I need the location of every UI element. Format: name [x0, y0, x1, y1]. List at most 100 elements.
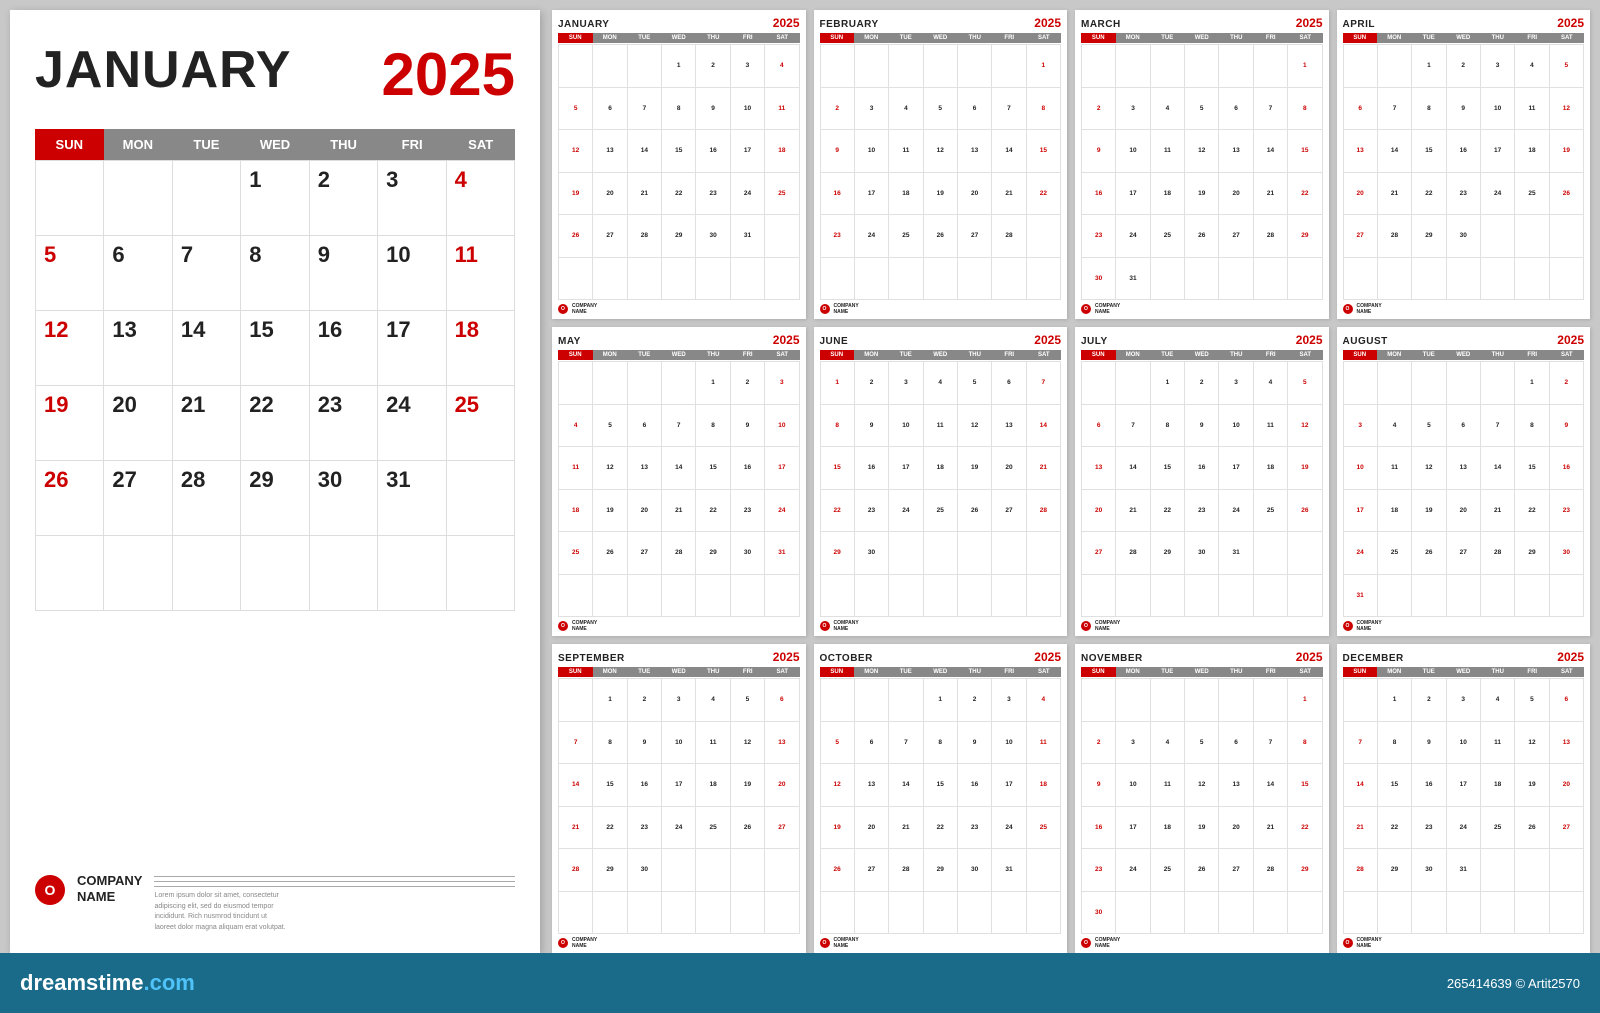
- small-cell: [662, 362, 696, 405]
- small-cal-december: DECEMBER2025SUNMONTUEWEDTHUFRISAT1234567…: [1337, 644, 1591, 953]
- small-cell: 14: [1254, 130, 1288, 173]
- day-header-fri: FRI: [378, 129, 447, 160]
- large-cal-cell: [173, 536, 241, 611]
- small-cell: 2: [1082, 722, 1116, 765]
- small-day-h-sun: SUN: [558, 33, 593, 43]
- small-day-h-sun: SUN: [558, 667, 593, 677]
- small-cell: 11: [889, 130, 923, 173]
- small-day-h-fri: FRI: [992, 33, 1027, 43]
- small-day-h-sat: SAT: [1027, 350, 1062, 360]
- small-cell: 25: [1151, 215, 1185, 258]
- small-cell: 22: [1378, 807, 1412, 850]
- company-text: COMPANYNAME: [77, 873, 142, 904]
- small-cell: 5: [1185, 722, 1219, 765]
- small-cell: 31: [1219, 532, 1253, 575]
- small-cell: 20: [1082, 490, 1116, 533]
- small-cell: 26: [924, 215, 958, 258]
- small-cal-footer: OCOMPANYNAME: [1081, 303, 1323, 315]
- small-company-name: COMPANYNAME: [1095, 937, 1120, 949]
- small-cell: 6: [1447, 405, 1481, 448]
- small-cell: [992, 892, 1026, 935]
- small-cell: [1151, 45, 1185, 88]
- small-cell: 23: [696, 173, 730, 216]
- small-cell: 31: [1344, 575, 1378, 618]
- small-cal-header: AUGUST2025: [1343, 333, 1585, 347]
- small-cell: [559, 258, 593, 301]
- small-cell: 30: [1185, 532, 1219, 575]
- small-cell: 9: [855, 405, 889, 448]
- small-cell: 25: [889, 215, 923, 258]
- small-cal-header: SEPTEMBER2025: [558, 650, 800, 664]
- small-cell: 20: [992, 447, 1026, 490]
- large-cal-cell: [36, 161, 104, 236]
- small-cal-january: JANUARY2025SUNMONTUEWEDTHUFRISAT12345678…: [552, 10, 806, 319]
- small-cell: 24: [1116, 215, 1150, 258]
- small-cal-body: 1234567891011121314151617181920212223242…: [558, 361, 800, 617]
- small-cell: 29: [1288, 215, 1322, 258]
- small-cell: 25: [1378, 532, 1412, 575]
- small-cell: 16: [1412, 764, 1446, 807]
- small-cell: 16: [1550, 447, 1584, 490]
- small-cell: 13: [958, 130, 992, 173]
- small-cal-body: 1234567891011121314151617181920212223242…: [1081, 678, 1323, 934]
- small-cell: 27: [1344, 215, 1378, 258]
- small-cell: 30: [1447, 215, 1481, 258]
- day-header-sun: SUN: [35, 129, 104, 160]
- small-cal-body: 1234567891011121314151617181920212223242…: [1343, 678, 1585, 934]
- small-cell: [1481, 849, 1515, 892]
- small-cell: 11: [1254, 405, 1288, 448]
- small-cell: 13: [992, 405, 1026, 448]
- small-cal-footer: OCOMPANYNAME: [820, 303, 1062, 315]
- small-cell: 3: [731, 45, 765, 88]
- small-day-h-tue: TUE: [1150, 33, 1185, 43]
- small-cell: 12: [1550, 88, 1584, 131]
- small-cell: [992, 45, 1026, 88]
- large-cal-cell: 15: [241, 311, 309, 386]
- small-cell: [1550, 258, 1584, 301]
- large-cal-cell: 7: [173, 236, 241, 311]
- small-company-logo: O: [1343, 304, 1353, 314]
- small-cell: 2: [628, 679, 662, 722]
- small-cell: [1515, 215, 1549, 258]
- small-cell: 5: [821, 722, 855, 765]
- small-company-logo: O: [558, 304, 568, 314]
- small-cell: [1344, 258, 1378, 301]
- small-cell: [1481, 362, 1515, 405]
- small-cell: [1185, 45, 1219, 88]
- small-cell: 12: [1185, 764, 1219, 807]
- small-cell: 22: [1027, 173, 1061, 216]
- small-cell: [1412, 362, 1446, 405]
- small-cell: 10: [662, 722, 696, 765]
- small-cell: [1344, 362, 1378, 405]
- small-cell: 1: [1288, 45, 1322, 88]
- large-cal-cell: [310, 536, 378, 611]
- small-day-h-thu: THU: [958, 33, 993, 43]
- small-cell: 3: [662, 679, 696, 722]
- small-cell: 15: [1151, 447, 1185, 490]
- small-cell: [1116, 362, 1150, 405]
- small-cell: [696, 575, 730, 618]
- small-cell: 19: [1550, 130, 1584, 173]
- large-cal-cell: [36, 536, 104, 611]
- large-calendar: JANUARY 2025 SUN MON TUE WED THU FRI SAT…: [10, 10, 540, 953]
- small-company-name: COMPANYNAME: [834, 937, 859, 949]
- small-cell: [731, 849, 765, 892]
- small-cell: 2: [1185, 362, 1219, 405]
- small-cell: 12: [924, 130, 958, 173]
- small-day-h-tue: TUE: [627, 667, 662, 677]
- small-cell: [1185, 258, 1219, 301]
- small-cal-header: OCTOBER2025: [820, 650, 1062, 664]
- small-day-h-mon: MON: [1116, 667, 1151, 677]
- small-cell: 11: [1481, 722, 1515, 765]
- small-cell: 14: [1254, 764, 1288, 807]
- small-cell: 23: [1082, 215, 1116, 258]
- small-cell: 1: [1515, 362, 1549, 405]
- small-day-h-sat: SAT: [765, 33, 800, 43]
- large-cal-cell: 20: [104, 386, 172, 461]
- small-cell: 8: [1378, 722, 1412, 765]
- large-cal-footer: O COMPANYNAME Lorem ipsum dolor sit amet…: [35, 873, 515, 933]
- small-cell: 1: [662, 45, 696, 88]
- small-year: 2025: [1034, 333, 1061, 347]
- small-company-logo: O: [558, 938, 568, 948]
- small-cal-october: OCTOBER2025SUNMONTUEWEDTHUFRISAT12345678…: [814, 644, 1068, 953]
